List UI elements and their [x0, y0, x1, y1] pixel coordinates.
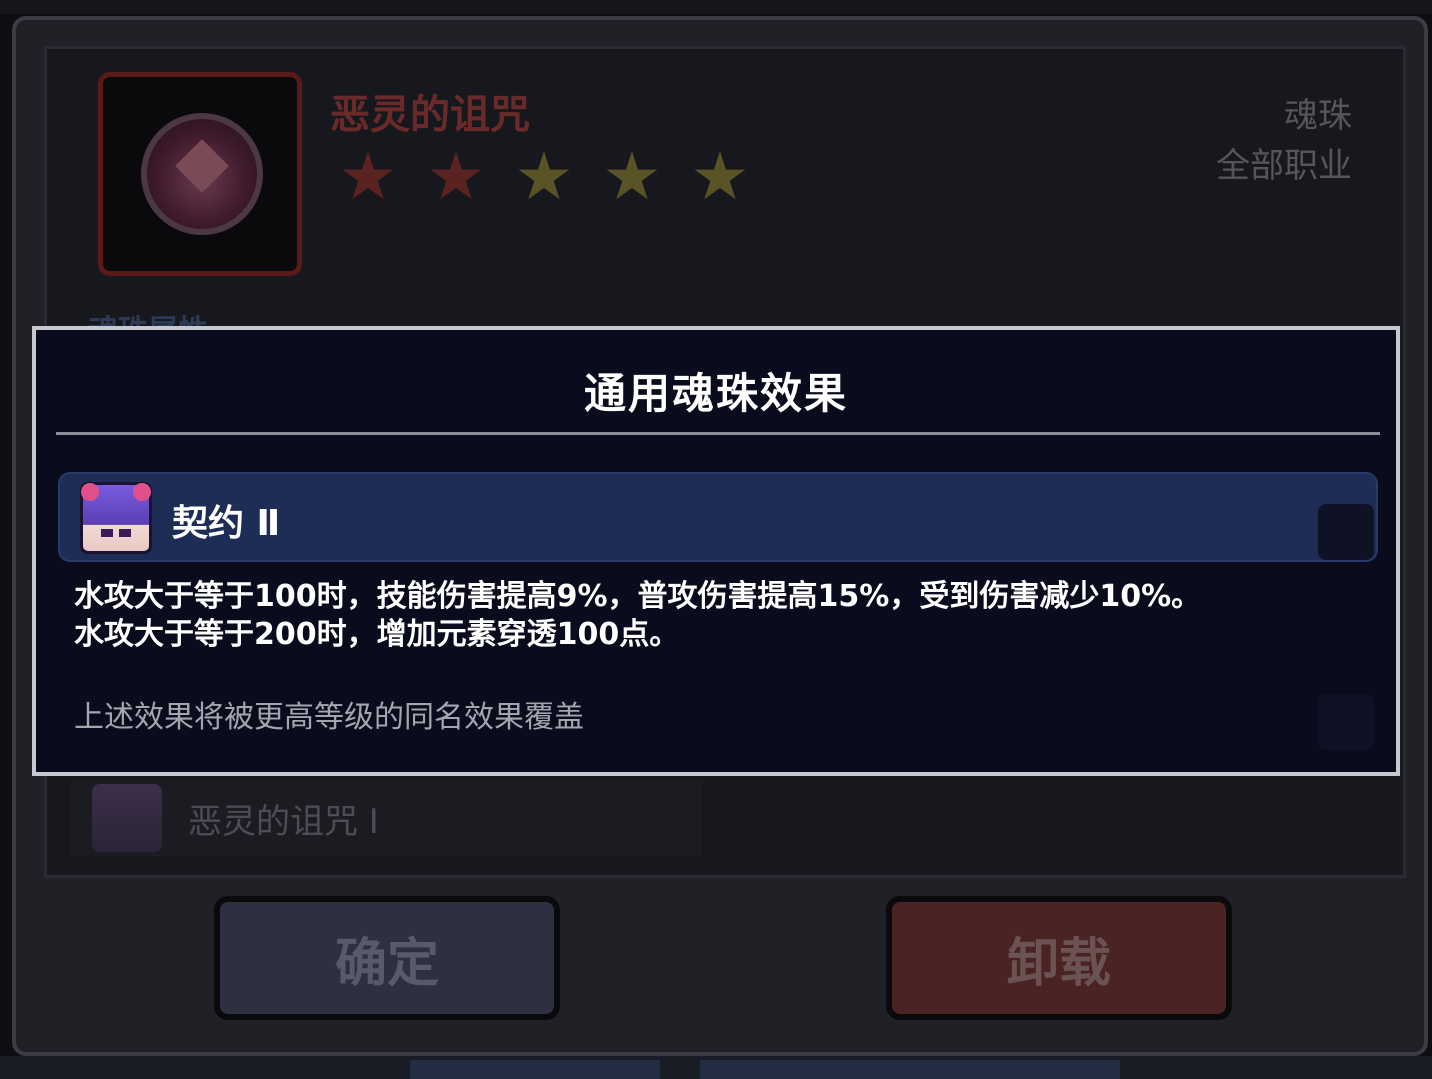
set-entry-name: 恶灵的诅咒 Ⅰ	[188, 802, 379, 842]
avatar-eye	[119, 529, 131, 537]
item-name: 恶灵的诅咒	[330, 92, 530, 138]
background-bottom-strip	[0, 1056, 1432, 1079]
effect-override-note: 上述效果将被更高等级的同名效果覆盖	[74, 700, 584, 735]
star-icon: ★	[690, 138, 750, 215]
avatar-eye	[101, 529, 113, 537]
item-type: 魂珠	[1284, 96, 1352, 136]
soul-orb-effect-popup[interactable]: 通用魂珠效果 契约 Ⅱ 水攻大于等于100时，技能伤害提高9%，普攻伤害提高15…	[32, 326, 1400, 776]
effect-header-row: 契约 Ⅱ	[58, 472, 1378, 562]
star-icon: ★	[514, 138, 574, 215]
background-bottom-decor	[410, 1060, 660, 1079]
popup-divider	[56, 432, 1380, 435]
effect-description: 水攻大于等于100时，技能伤害提高9%，普攻伤害提高15%，受到伤害减少10%。…	[74, 578, 1374, 654]
item-class: 全部职业	[1216, 146, 1352, 186]
confirm-button[interactable]: 确定	[214, 896, 560, 1020]
background-top-strip	[0, 0, 1432, 14]
avatar-ear-decoration	[81, 483, 99, 501]
scroll-handle	[1318, 504, 1374, 560]
item-icon-frame	[98, 72, 302, 276]
effect-line: 水攻大于等于200时，增加元素穿透100点。	[74, 617, 680, 652]
effect-name: 契约 Ⅱ	[172, 503, 281, 544]
avatar-ear-decoration	[133, 483, 151, 501]
item-star-rating: ★ ★ ★ ★ ★	[332, 144, 756, 210]
star-icon: ★	[426, 138, 486, 215]
star-icon: ★	[338, 138, 398, 215]
set-entry-row[interactable]: 恶灵的诅咒 Ⅰ	[70, 780, 702, 856]
unequip-button[interactable]: 卸载	[886, 896, 1232, 1020]
effect-line: 水攻大于等于100时，技能伤害提高9%，普攻伤害提高15%，受到伤害减少10%。	[74, 579, 1202, 614]
popup-title: 通用魂珠效果	[583, 369, 848, 418]
scroll-handle	[1318, 694, 1374, 750]
star-icon: ★	[602, 138, 662, 215]
cursed-orb-icon	[141, 113, 263, 235]
character-avatar-icon	[80, 482, 152, 554]
background-bottom-decor	[700, 1060, 1120, 1079]
character-avatar-icon	[92, 784, 162, 852]
